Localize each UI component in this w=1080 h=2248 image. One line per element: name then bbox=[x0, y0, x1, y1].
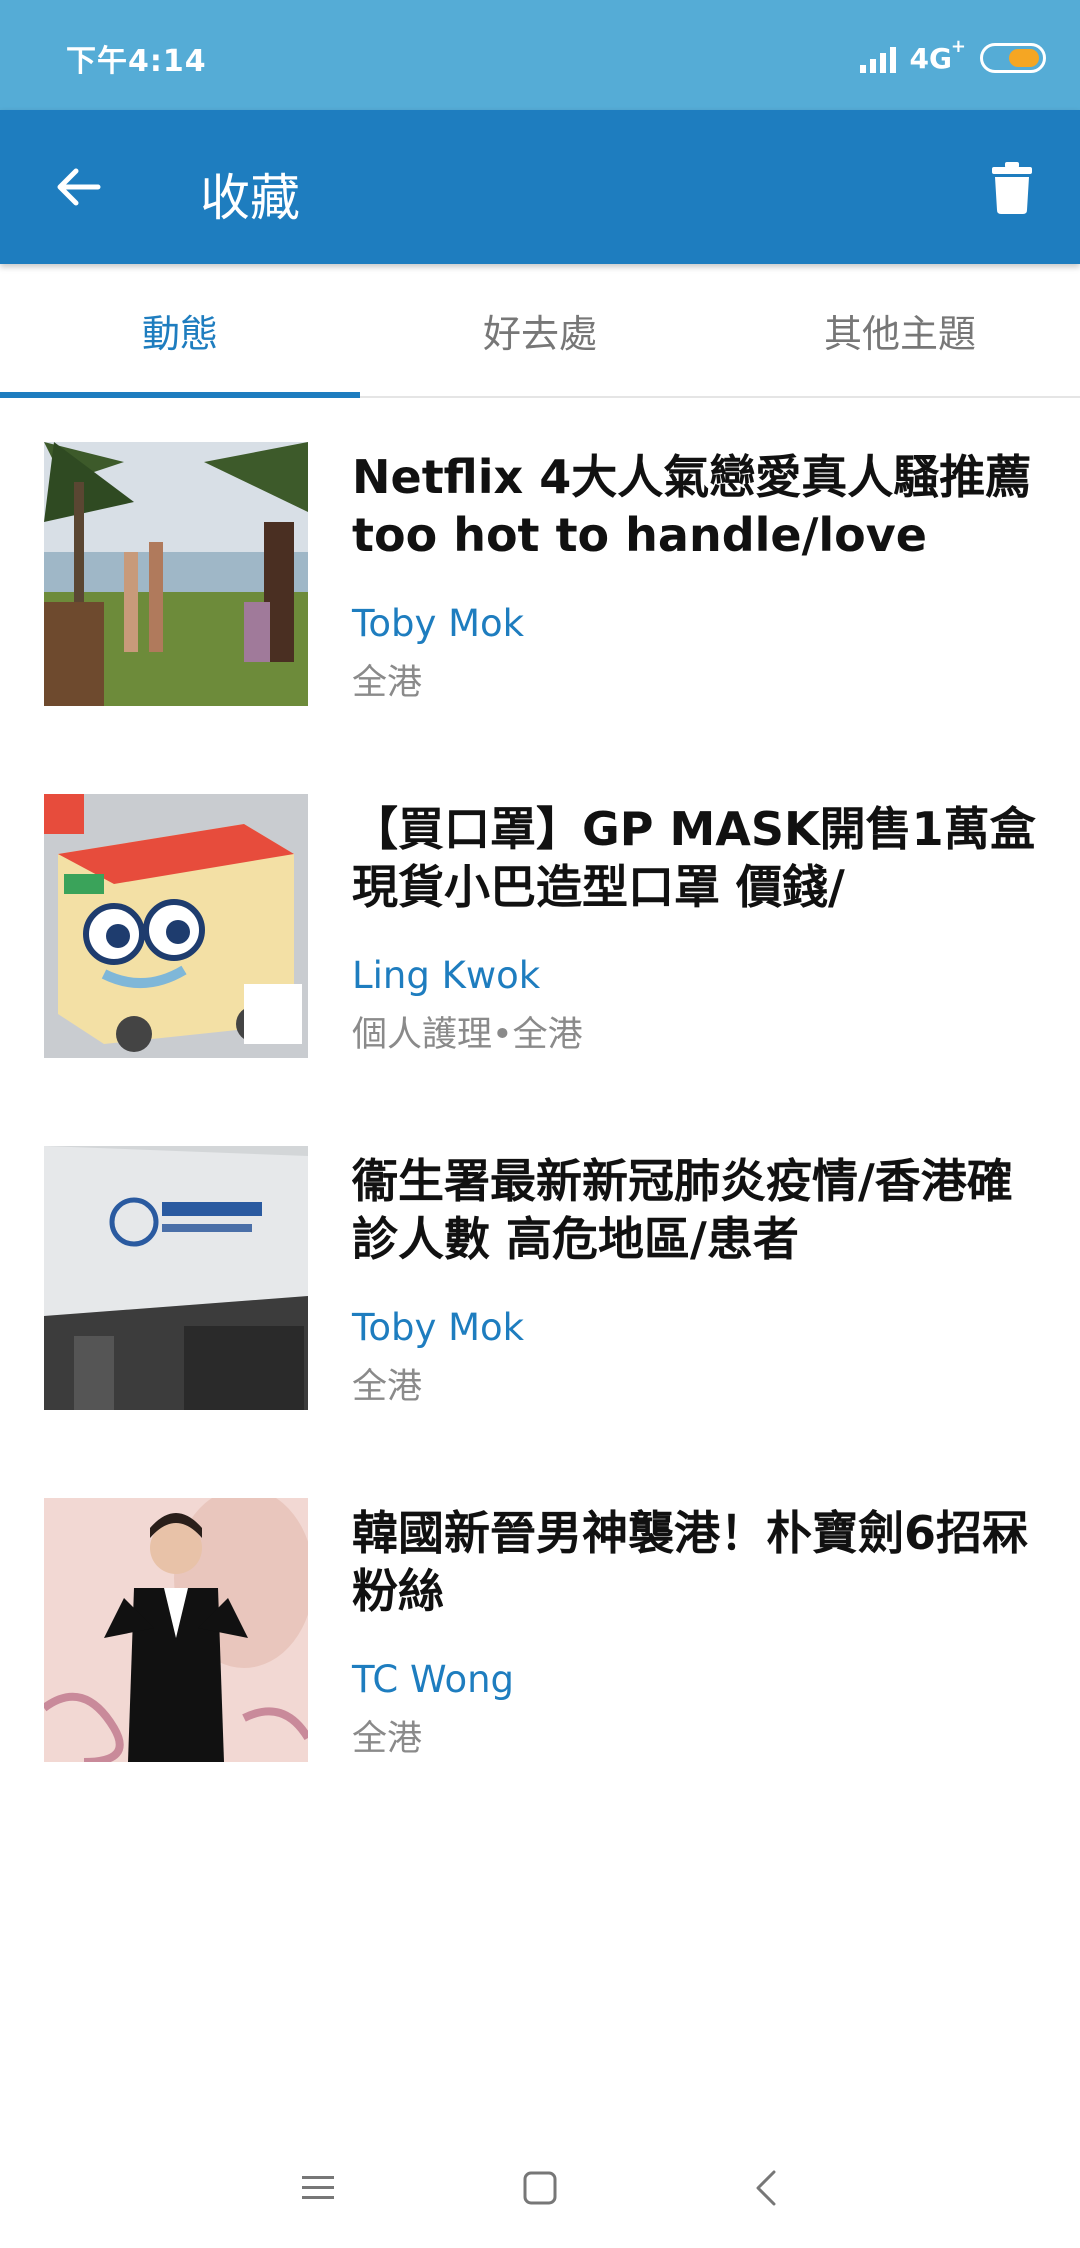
menu-icon bbox=[302, 2176, 334, 2199]
page-title: 收藏 bbox=[200, 169, 300, 227]
back-button[interactable] bbox=[44, 153, 112, 221]
list-item[interactable]: 衞生署最新新冠肺炎疫情/香港確診人數 高危地區/患者 Toby Mok 全港 bbox=[0, 1144, 1080, 1496]
bookmark-list: Netflix 4大人氣戀愛真人騷推薦 too hot to handle/lo… bbox=[0, 440, 1080, 1848]
tab-other-topics[interactable]: 其他主題 bbox=[720, 264, 1080, 396]
tab-dynamic[interactable]: 動態 bbox=[0, 264, 360, 398]
menu-button[interactable] bbox=[288, 2158, 348, 2218]
system-back-button[interactable] bbox=[736, 2158, 796, 2218]
back-chevron-icon bbox=[756, 2170, 776, 2206]
list-item[interactable]: Netflix 4大人氣戀愛真人騷推薦 too hot to handle/lo… bbox=[0, 440, 1080, 792]
trash-icon bbox=[992, 162, 1032, 214]
item-author[interactable]: Toby Mok bbox=[352, 602, 524, 645]
battery-level bbox=[1009, 49, 1039, 67]
item-meta: 個人護理•全港 bbox=[352, 1015, 583, 1055]
network-label: 4G bbox=[909, 41, 952, 75]
beach-thumbnail bbox=[44, 442, 308, 706]
item-meta: 全港 bbox=[352, 1367, 423, 1407]
item-author[interactable]: Toby Mok bbox=[352, 1306, 524, 1349]
arrow-left-icon bbox=[57, 168, 101, 206]
home-button[interactable] bbox=[510, 2158, 570, 2218]
app-bar: 收藏 bbox=[0, 110, 1080, 264]
item-meta: 全港 bbox=[352, 663, 423, 703]
item-title: 【買口罩】GP MASK開售1萬盒現貨小巴造型口罩 價錢/ bbox=[352, 802, 1036, 914]
item-title: 衞生署最新新冠肺炎疫情/香港確診人數 高危地區/患者 bbox=[352, 1154, 1013, 1266]
item-author[interactable]: TC Wong bbox=[352, 1658, 514, 1701]
tab-bar: 動態 好去處 其他主題 bbox=[0, 264, 1080, 398]
list-item[interactable]: 韓國新晉男神襲港！朴寶劍6招冧粉絲 TC Wong 全港 bbox=[0, 1496, 1080, 1848]
network-indicator: 4G + bbox=[909, 36, 966, 75]
status-icons: 4G + bbox=[859, 36, 1046, 78]
status-bar: 下午4:14 4G + bbox=[0, 0, 1080, 110]
tab-places[interactable]: 好去處 bbox=[360, 264, 720, 396]
health-centre-thumbnail bbox=[44, 1146, 308, 1410]
system-nav-bar bbox=[0, 2128, 1080, 2248]
item-meta: 全港 bbox=[352, 1719, 423, 1759]
home-square-icon bbox=[523, 2171, 557, 2205]
signal-icon bbox=[859, 43, 896, 73]
list-item[interactable]: 【買口罩】GP MASK開售1萬盒現貨小巴造型口罩 價錢/ Ling Kwok … bbox=[0, 792, 1080, 1144]
delete-button[interactable] bbox=[984, 158, 1040, 218]
battery-icon bbox=[980, 43, 1046, 73]
status-time: 下午4:14 bbox=[66, 44, 207, 79]
item-author[interactable]: Ling Kwok bbox=[352, 954, 540, 997]
network-sup: + bbox=[950, 35, 966, 57]
mask-box-thumbnail bbox=[44, 794, 308, 1058]
item-title: Netflix 4大人氣戀愛真人騷推薦 too hot to handle/lo… bbox=[352, 450, 1032, 562]
celebrity-thumbnail bbox=[44, 1498, 308, 1762]
item-title: 韓國新晉男神襲港！朴寶劍6招冧粉絲 bbox=[352, 1506, 1029, 1618]
